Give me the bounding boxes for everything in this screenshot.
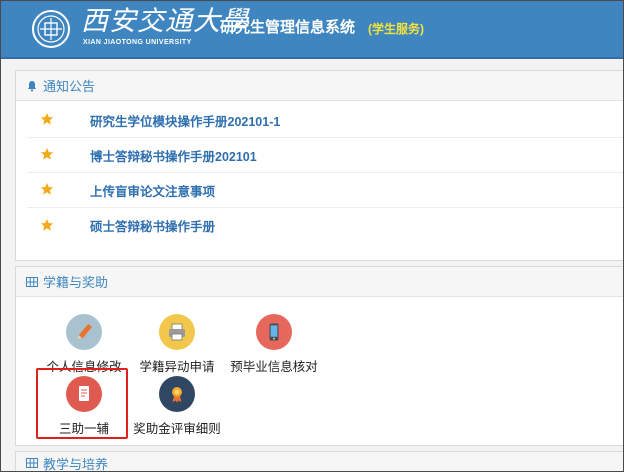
- star-icon: [40, 218, 56, 234]
- award-icon: [159, 376, 195, 412]
- pencil-icon: [66, 314, 102, 350]
- app-three-assistants[interactable]: 三助一辅: [36, 376, 132, 442]
- notice-panel: 通知公告 研究生学位模块操作手册202101-1 博士答辩秘书操作手册20210…: [15, 70, 623, 261]
- notice-link[interactable]: 博士答辩秘书操作手册202101: [90, 146, 257, 165]
- notice-item[interactable]: 硕士答辩秘书操作手册: [27, 208, 623, 243]
- bell-icon: [25, 79, 39, 93]
- app-pre-graduation-check[interactable]: 预毕业信息核对: [226, 314, 322, 380]
- app-label: 预毕业信息核对: [230, 360, 318, 374]
- registration-panel-title: 学籍与奖助: [43, 275, 109, 290]
- notice-list: 研究生学位模块操作手册202101-1 博士答辩秘书操作手册202101 上传盲…: [16, 101, 623, 243]
- system-title: 研究生管理信息系统: [220, 19, 356, 36]
- notice-link[interactable]: 硕士答辩秘书操作手册: [90, 216, 215, 235]
- notice-link[interactable]: 研究生学位模块操作手册202101-1: [90, 111, 280, 130]
- notice-item[interactable]: 研究生学位模块操作手册202101-1: [27, 103, 623, 138]
- printer-icon: [159, 314, 195, 350]
- app-status-change-request[interactable]: 学籍异动申请: [129, 314, 225, 380]
- teaching-panel-header: 教学与培养: [16, 452, 623, 472]
- app-label: 奖助金评审细则: [133, 422, 221, 436]
- app-window: 西安交通大學 XIAN JIAOTONG UNIVERSITY 研究生管理信息系…: [0, 0, 624, 472]
- university-name-en: XIAN JIAOTONG UNIVERSITY: [83, 39, 192, 46]
- app-label: 三助一辅: [58, 422, 109, 436]
- registration-panel-header: 学籍与奖助: [16, 267, 623, 297]
- notice-panel-header: 通知公告: [16, 71, 623, 101]
- app-personal-info-edit[interactable]: 个人信息修改: [36, 314, 132, 380]
- grid-icon: [25, 275, 39, 289]
- document-icon: [66, 376, 102, 412]
- system-subtitle: (学生服务): [368, 22, 424, 36]
- university-emblem-icon: [32, 10, 70, 48]
- star-icon: [40, 147, 56, 163]
- star-icon: [40, 182, 56, 198]
- app-award-rules[interactable]: 奖助金评审细则: [129, 376, 225, 442]
- grid-icon: [25, 456, 39, 470]
- notice-panel-title: 通知公告: [43, 79, 96, 94]
- notice-link[interactable]: 上传盲审论文注意事项: [90, 181, 215, 200]
- notice-item[interactable]: 博士答辩秘书操作手册202101: [27, 138, 623, 173]
- teaching-panel-title: 教学与培养: [43, 456, 109, 472]
- phone-icon: [256, 314, 292, 350]
- top-header: 西安交通大學 XIAN JIAOTONG UNIVERSITY 研究生管理信息系…: [1, 1, 623, 59]
- teaching-panel: 教学与培养: [15, 451, 623, 472]
- notice-item[interactable]: 上传盲审论文注意事项: [27, 173, 623, 208]
- star-icon: [40, 112, 56, 128]
